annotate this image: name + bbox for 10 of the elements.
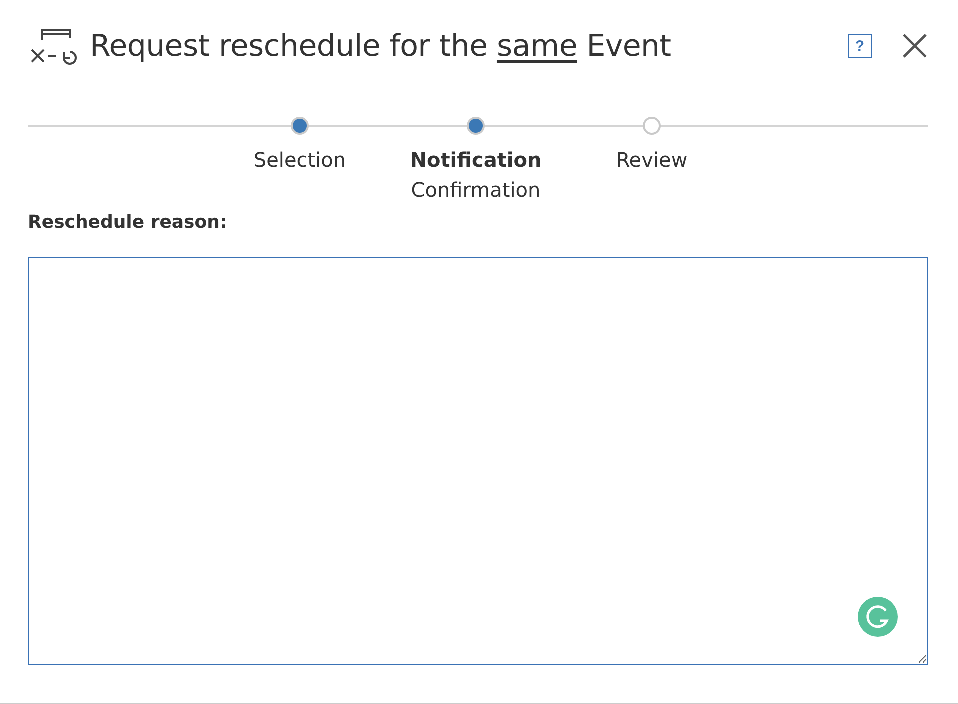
- dialog-title: Request reschedule for the same Event: [90, 28, 672, 64]
- close-icon[interactable]: [902, 33, 928, 59]
- grammar-assistant-icon[interactable]: [858, 597, 898, 637]
- reason-field[interactable]: [28, 257, 928, 665]
- field-label: Reschedule reason:: [28, 212, 228, 233]
- step-label: Review: [616, 148, 688, 172]
- help-button[interactable]: ?: [848, 34, 872, 58]
- step-sublabel: Confirmation: [411, 178, 541, 202]
- step-label: Selection: [254, 148, 346, 172]
- step-label: Notification: [410, 148, 542, 172]
